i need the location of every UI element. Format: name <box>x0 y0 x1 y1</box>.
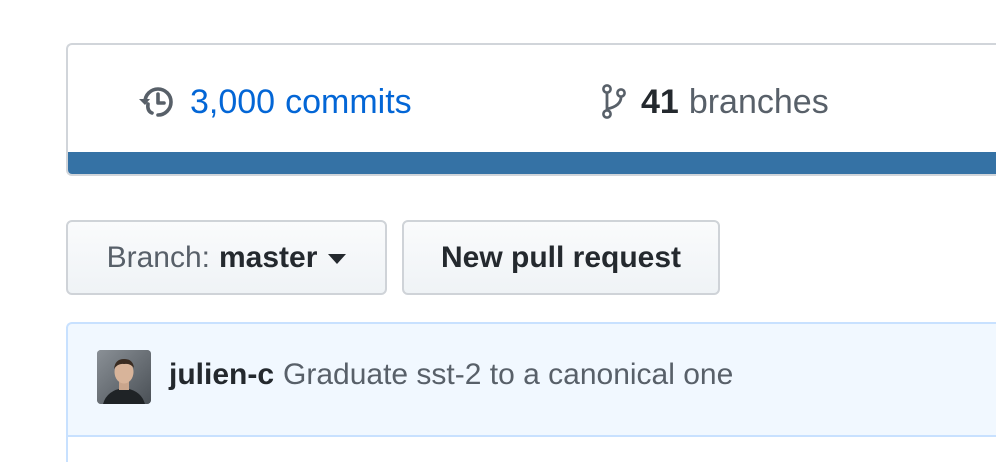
latest-commit-line: julien-c Graduate sst-2 to a canonical o… <box>169 358 733 392</box>
branch-select-prefix: Branch: <box>106 240 210 274</box>
commits-label[interactable]: commits <box>285 83 412 122</box>
avatar[interactable] <box>97 350 151 404</box>
commits-link[interactable]: 3,000 commits <box>136 79 412 125</box>
latest-commit-box: julien-c Graduate sst-2 to a canonical o… <box>66 322 996 462</box>
branches-count[interactable]: 41 <box>641 83 679 122</box>
commit-author-link[interactable]: julien-c <box>169 358 274 392</box>
repo-summary-box: 3,000 commits 41 branches <box>66 43 996 176</box>
caret-down-icon <box>328 254 347 264</box>
branches-label[interactable]: branches <box>689 83 829 122</box>
branch-select-button[interactable]: Branch: master <box>66 220 387 295</box>
language-bar[interactable] <box>68 152 996 174</box>
new-pull-request-button[interactable]: New pull request <box>402 220 720 295</box>
history-icon <box>136 82 180 122</box>
language-segment-python[interactable] <box>68 152 996 174</box>
commits-count[interactable]: 3,000 <box>190 83 275 122</box>
commit-message-link[interactable]: Graduate sst-2 to a canonical one <box>283 358 733 392</box>
git-branch-icon <box>601 83 627 121</box>
branches-link[interactable]: 41 branches <box>601 79 829 125</box>
branch-select-name: master <box>218 240 318 274</box>
